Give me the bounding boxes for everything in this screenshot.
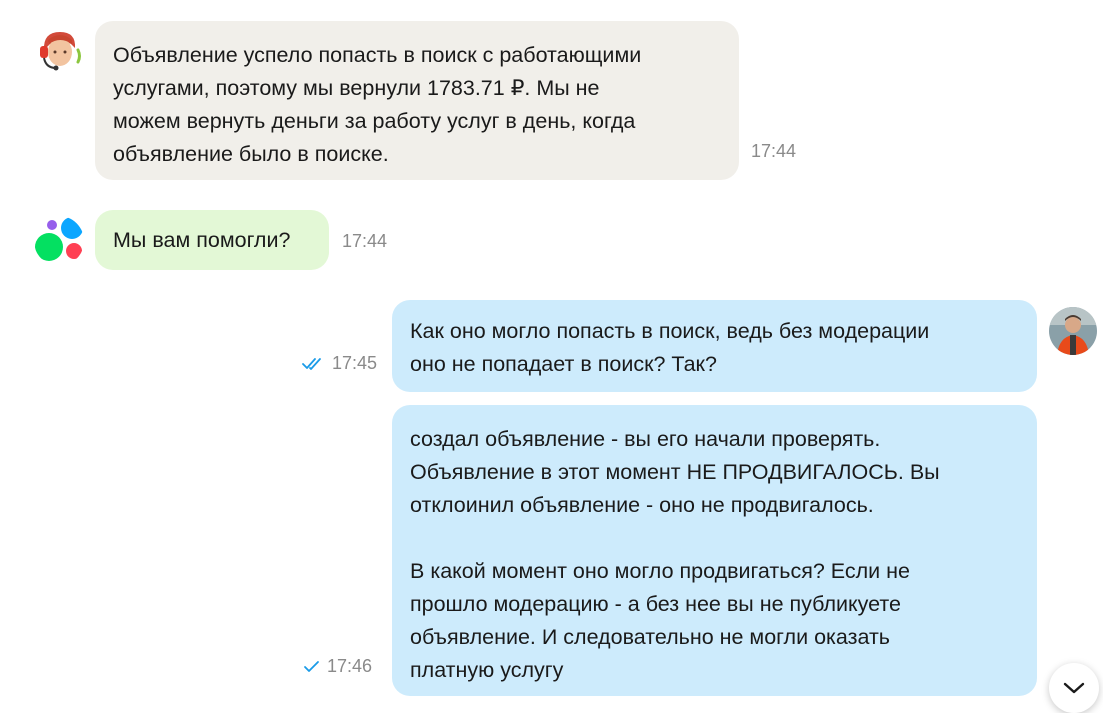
message-text-line: В какой момент оно могло продвигаться? Е…: [410, 559, 910, 583]
message-text-line: создал объявление - вы его начали провер…: [410, 427, 881, 451]
message-text-line: Как оно могло попасть в поиск, ведь без …: [410, 319, 930, 343]
support-agent-icon: [40, 32, 81, 71]
message-bubble-user: создал объявление - вы его начали провер…: [392, 405, 1037, 696]
message-timestamp: 17:46: [327, 656, 373, 676]
message-bubble-user: Как оно могло попасть в поиск, ведь без …: [392, 300, 1037, 392]
message-text-line: услугами, поэтому мы вернули 1783.71 ₽. …: [113, 76, 600, 100]
message-timestamp: 17:44: [751, 141, 797, 161]
double-check-icon: [302, 357, 321, 370]
message-text-line: прошло модерацию - а без нее вы не публи…: [410, 592, 901, 616]
user-avatar-icon: [1049, 307, 1097, 355]
message-timestamp: 17:44: [342, 231, 388, 251]
message-text-line: Объявление в этот момент НЕ ПРОДВИГАЛОСЬ…: [410, 460, 940, 484]
message-status: 17:46: [303, 656, 372, 677]
bot-avatar: [34, 216, 84, 266]
message-timestamp: 17:45: [332, 353, 378, 373]
message-text-line: Мы вам помогли?: [113, 228, 291, 252]
message-bubble-bot: Мы вам помогли?: [95, 210, 329, 270]
avito-logo-icon: [35, 217, 83, 261]
message-text-line: отклоинил объявление - оно не продвигало…: [410, 493, 874, 517]
chevron-down-icon: [1063, 682, 1085, 694]
message-status: 17:45: [302, 353, 377, 374]
message-text-line: объявление. И следовательно не могли ока…: [410, 625, 891, 649]
message-text-line: можем вернуть деньги за работу услуг в д…: [113, 109, 636, 133]
support-avatar: [34, 26, 84, 76]
message-bubble-support: Объявление успело попасть в поиск с рабо…: [95, 21, 739, 180]
message-text-line: объявление было в поиске.: [113, 142, 389, 166]
message-text-line: оно не попадает в поиск? Так?: [410, 352, 717, 376]
message-text-line: платную услугу: [410, 658, 564, 682]
message-text-line: Объявление успело попасть в поиск с рабо…: [113, 43, 642, 67]
user-avatar[interactable]: [1049, 307, 1097, 355]
check-icon: [304, 660, 319, 672]
